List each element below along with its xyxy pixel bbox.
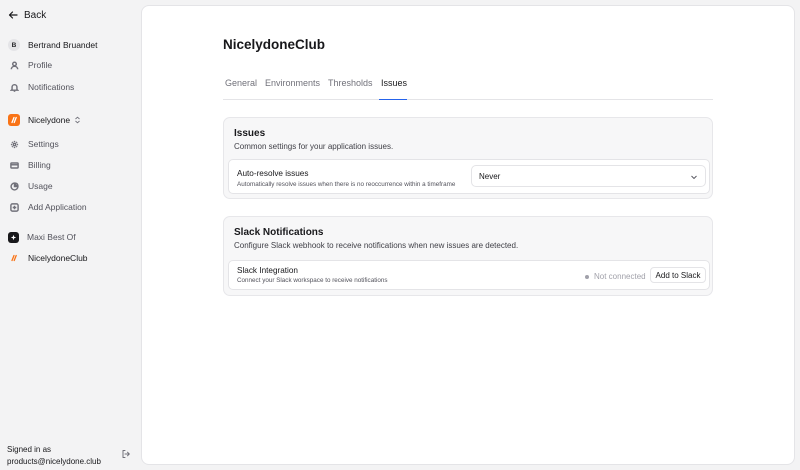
signed-in-email: products@nicelydone.club — [7, 456, 101, 466]
maxi-best-of-logo-icon — [8, 231, 19, 243]
user-menu[interactable]: B Bertrand Bruandet — [8, 38, 136, 52]
sidebar-item-label: Settings — [28, 139, 59, 149]
issues-card: Issues Common settings for your applicat… — [223, 117, 713, 199]
sidebar-item-label: NicelydoneClub — [28, 253, 88, 263]
chart-pie-icon — [8, 180, 20, 192]
credit-card-icon — [8, 159, 20, 171]
sidebar-item-billing[interactable]: Billing — [8, 158, 136, 172]
sidebar-item-label: Notifications — [28, 82, 75, 92]
slack-integration-label: Slack Integration — [237, 266, 298, 275]
chevron-down-icon — [691, 175, 697, 180]
arrow-left-icon — [8, 11, 18, 19]
user-icon — [8, 59, 20, 71]
status-badge: Not connected — [594, 272, 646, 281]
tab-environments[interactable]: Environments — [265, 78, 320, 100]
bell-icon — [8, 81, 20, 93]
slack-card: Slack Notifications Configure Slack webh… — [223, 216, 713, 296]
chevron-up-down-icon — [75, 116, 80, 124]
logout-icon[interactable] — [121, 449, 131, 459]
gear-icon — [8, 138, 20, 150]
app-switcher-label: Nicelydone — [28, 115, 71, 125]
auto-resolve-row: Auto-resolve issues Automatically resolv… — [228, 159, 710, 194]
nicelydone-logo-icon — [8, 252, 20, 264]
sidebar-item-notifications[interactable]: Notifications — [8, 80, 136, 94]
user-name: Bertrand Bruandet — [28, 40, 98, 50]
back-label: Back — [24, 9, 47, 21]
sidebar-item-label: Add Application — [28, 202, 87, 212]
tab-issues[interactable]: Issues — [379, 78, 407, 100]
main-panel: NicelydoneClub General Environments Thre… — [141, 5, 795, 465]
slack-card-subtitle: Configure Slack webhook to receive notif… — [234, 241, 519, 250]
signed-in-info: Signed in as products@nicelydone.club — [7, 444, 101, 467]
slack-card-title: Slack Notifications — [234, 227, 324, 238]
sidebar-item-add-application[interactable]: Add Application — [8, 200, 136, 214]
sidebar-item-label: Profile — [28, 60, 53, 70]
tab-bar: General Environments Thresholds Issues — [223, 74, 713, 100]
sidebar-item-label: Billing — [28, 160, 51, 170]
sidebar-item-profile[interactable]: Profile — [8, 58, 136, 72]
sidebar-item-label: Usage — [28, 181, 53, 191]
auto-resolve-help: Automatically resolve issues when there … — [237, 181, 456, 188]
auto-resolve-value: Never — [479, 171, 501, 181]
issues-card-title: Issues — [234, 128, 266, 139]
sidebar-item-maxi-best-of[interactable]: Maxi Best Of — [8, 230, 136, 244]
back-button[interactable]: Back — [8, 8, 46, 22]
plus-circle-icon — [8, 201, 20, 213]
signed-in-label: Signed in as — [7, 445, 52, 454]
status-dot — [585, 274, 589, 279]
page-title: NicelydoneClub — [223, 37, 326, 52]
sidebar-item-label: Maxi Best Of — [27, 232, 76, 242]
auto-resolve-label: Auto-resolve issues — [237, 169, 309, 178]
nicelydone-logo-icon — [8, 114, 20, 126]
sidebar-item-nicelydoneclub[interactable]: NicelydoneClub — [8, 251, 136, 265]
sidebar-item-settings[interactable]: Settings — [8, 137, 136, 151]
tab-general[interactable]: General — [225, 78, 257, 100]
sidebar-item-usage[interactable]: Usage — [8, 179, 136, 193]
connection-status: Not connected — [585, 272, 646, 281]
add-to-slack-button[interactable]: Add to Slack — [650, 267, 706, 283]
auto-resolve-select[interactable]: Never — [471, 165, 706, 187]
tab-thresholds[interactable]: Thresholds — [328, 78, 373, 100]
slack-integration-help: Connect your Slack workspace to receive … — [237, 277, 388, 284]
slack-integration-row: Slack Integration Connect your Slack wor… — [228, 260, 710, 290]
issues-card-subtitle: Common settings for your application iss… — [234, 142, 394, 151]
sidebar: Back B Bertrand Bruandet Profile Notific… — [0, 0, 140, 470]
app-switcher[interactable]: Nicelydone — [8, 113, 136, 127]
avatar: B — [8, 39, 20, 51]
